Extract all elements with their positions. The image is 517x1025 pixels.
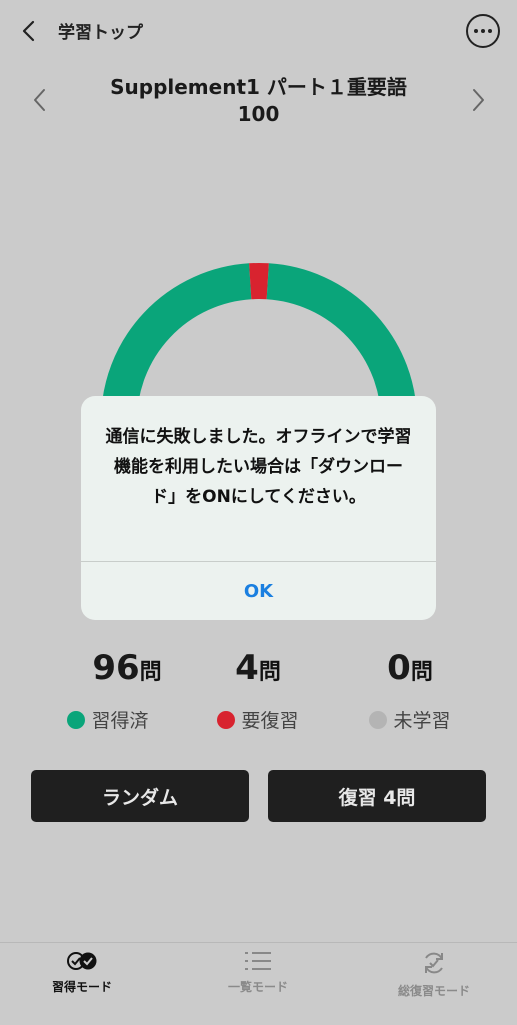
chevron-left-icon (21, 19, 37, 43)
tab-label: 総復習モード (398, 982, 470, 999)
red-dot-icon (217, 711, 235, 729)
more-dot-icon (474, 29, 478, 33)
list-icon (243, 950, 273, 972)
stat-value: 96 (92, 648, 139, 688)
stat-value: 4 (235, 648, 259, 688)
alert-message: 通信に失敗しました。オフラインで学習機能を利用したい場合は「ダウンロード」をON… (103, 422, 414, 512)
legend-label: 習得済 (91, 706, 148, 733)
set-title: Supplement1 パート１重要語100 (100, 74, 417, 128)
more-dot-icon (488, 29, 492, 33)
tab-total-review-mode[interactable]: 総復習モード (374, 950, 494, 999)
refresh-icon (421, 950, 447, 976)
double-check-icon (65, 950, 99, 972)
green-dot-icon (67, 711, 85, 729)
chevron-right-icon (466, 86, 490, 114)
gray-dot-icon (369, 711, 387, 729)
stat-unit: 問 (259, 660, 281, 685)
tab-list-mode[interactable]: 一覧モード (198, 950, 318, 995)
random-button[interactable]: ランダム (31, 770, 249, 822)
legend-unlearned: 未学習 (330, 706, 490, 733)
legend-mastered: 習得済 (28, 706, 188, 733)
stat-value: 0 (387, 648, 411, 688)
more-dot-icon (481, 29, 485, 33)
tab-label: 習得モード (52, 978, 112, 995)
next-set-button[interactable] (466, 86, 490, 114)
legend-label: 未学習 (393, 706, 450, 733)
more-options-button[interactable] (466, 14, 500, 48)
back-button[interactable] (14, 16, 44, 46)
stat-unit: 問 (411, 660, 433, 685)
legend-label: 要復習 (241, 706, 298, 733)
review-button[interactable]: 復習 4問 (268, 770, 486, 822)
ok-button[interactable]: OK (81, 562, 436, 620)
stat-unit: 問 (140, 660, 162, 685)
stat-review: 4問 (178, 648, 338, 688)
legend-review: 要復習 (178, 706, 338, 733)
alert-dialog: 通信に失敗しました。オフラインで学習機能を利用したい場合は「ダウンロード」をON… (81, 396, 436, 620)
tab-label: 一覧モード (228, 978, 288, 995)
back-label[interactable]: 学習トップ (58, 18, 143, 43)
previous-set-button[interactable] (28, 86, 52, 114)
stat-unlearned: 0問 (330, 648, 490, 688)
chevron-left-icon (28, 86, 52, 114)
tab-mastery-mode[interactable]: 習得モード (22, 950, 142, 995)
